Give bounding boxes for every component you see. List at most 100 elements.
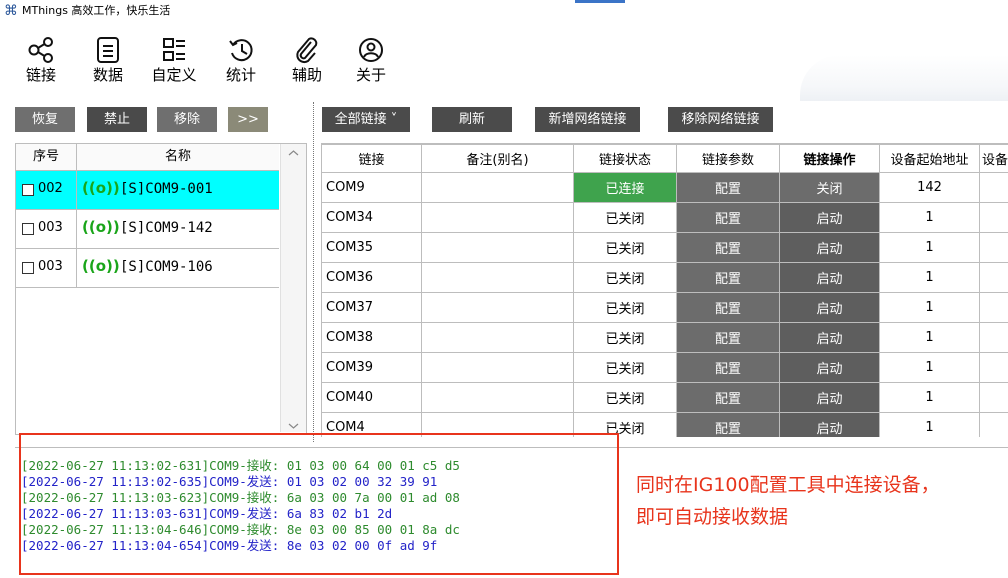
col-param[interactable]: 链接参数 bbox=[677, 145, 780, 173]
cell-note[interactable] bbox=[422, 383, 574, 413]
row-index: 003 bbox=[38, 259, 63, 275]
cell-address: 1 bbox=[880, 353, 980, 383]
toolbar-stats-label: 统计 bbox=[217, 66, 265, 84]
col-start-address[interactable]: 设备起始地址 bbox=[880, 145, 980, 173]
list-item[interactable]: 002 ((o)) [S]COM9-001 bbox=[16, 171, 279, 210]
col-link[interactable]: 链接 bbox=[322, 145, 422, 173]
link-list: 序号 名称 002 ((o)) [S]COM9-001 003 ((o)) [S… bbox=[15, 143, 307, 435]
config-button[interactable]: 配置 bbox=[677, 263, 780, 293]
column-divider bbox=[76, 210, 77, 248]
custom-icon bbox=[160, 36, 188, 64]
table-row[interactable]: COM9 已连接 配置 关闭 142 bbox=[322, 173, 1008, 203]
toolbar-data-button[interactable]: 数据 bbox=[84, 36, 132, 84]
disable-button[interactable]: 禁止 bbox=[87, 107, 147, 132]
row-checkbox[interactable] bbox=[22, 184, 34, 196]
scroll-up-icon bbox=[281, 146, 306, 160]
config-button[interactable]: 配置 bbox=[677, 293, 780, 323]
start-button[interactable]: 启动 bbox=[780, 263, 880, 293]
table-row[interactable]: COM37 已关闭 配置 启动 1 bbox=[322, 293, 1008, 323]
cell-device bbox=[980, 203, 1008, 233]
start-button[interactable]: 启动 bbox=[780, 293, 880, 323]
close-button[interactable]: 关闭 bbox=[780, 173, 880, 203]
start-button[interactable]: 启动 bbox=[780, 353, 880, 383]
panel-splitter[interactable] bbox=[313, 102, 314, 442]
cell-note[interactable] bbox=[422, 293, 574, 323]
start-button[interactable]: 启动 bbox=[780, 233, 880, 263]
row-checkbox[interactable] bbox=[22, 223, 34, 235]
cell-link: COM9 bbox=[322, 173, 422, 203]
highlight-box bbox=[19, 433, 619, 575]
window-title: MThings 高效工作，快乐生活 bbox=[22, 5, 170, 17]
config-button[interactable]: 配置 bbox=[677, 203, 780, 233]
column-divider bbox=[76, 249, 77, 287]
remove-button[interactable]: 移除 bbox=[157, 107, 217, 132]
cell-note[interactable] bbox=[422, 263, 574, 293]
config-button[interactable]: 配置 bbox=[677, 353, 780, 383]
cell-link: COM34 bbox=[322, 203, 422, 233]
cell-note[interactable] bbox=[422, 203, 574, 233]
list-item[interactable]: 003 ((o)) [S]COM9-106 bbox=[16, 249, 279, 288]
toolbar-about-label: 关于 bbox=[347, 66, 395, 84]
cell-device bbox=[980, 323, 1008, 353]
column-name-header: 名称 bbox=[77, 144, 279, 170]
stats-icon bbox=[227, 36, 255, 64]
link-list-header: 序号 名称 bbox=[16, 144, 279, 171]
row-index: 003 bbox=[38, 220, 63, 236]
toolbar-about-button[interactable]: 关于 bbox=[347, 36, 395, 84]
toolbar-custom-label: 自定义 bbox=[150, 66, 198, 84]
toolbar-assist-button[interactable]: 辅助 bbox=[283, 36, 331, 84]
all-links-dropdown[interactable]: 全部链接 ˅ bbox=[322, 107, 410, 132]
col-operation[interactable]: 链接操作 bbox=[780, 145, 880, 173]
table-row[interactable]: COM35 已关闭 配置 启动 1 bbox=[322, 233, 1008, 263]
cell-status: 已关闭 bbox=[574, 293, 677, 323]
title-accent-bar bbox=[575, 0, 625, 3]
cell-link: COM35 bbox=[322, 233, 422, 263]
col-status[interactable]: 链接状态 bbox=[574, 145, 677, 173]
cell-address: 142 bbox=[880, 173, 980, 203]
cell-address: 1 bbox=[880, 263, 980, 293]
row-name: [S]COM9-001 bbox=[120, 181, 213, 197]
config-button[interactable]: 配置 bbox=[677, 233, 780, 263]
more-button[interactable]: >> bbox=[228, 107, 268, 132]
list-item[interactable]: 003 ((o)) [S]COM9-142 bbox=[16, 210, 279, 249]
toolbar-custom-button[interactable]: 自定义 bbox=[150, 36, 198, 84]
col-note[interactable]: 备注(别名) bbox=[422, 145, 574, 173]
config-button[interactable]: 配置 bbox=[677, 383, 780, 413]
add-network-link-button[interactable]: 新增网络链接 bbox=[535, 107, 640, 132]
toolbar-link-button[interactable]: 链接 bbox=[17, 36, 65, 84]
row-checkbox[interactable] bbox=[22, 262, 34, 274]
cell-address: 1 bbox=[880, 413, 980, 438]
restore-button[interactable]: 恢复 bbox=[15, 107, 75, 132]
refresh-button[interactable]: 刷新 bbox=[432, 107, 512, 132]
link-list-scrollbar[interactable] bbox=[280, 144, 306, 432]
cell-status: 已关闭 bbox=[574, 353, 677, 383]
config-button[interactable]: 配置 bbox=[677, 413, 780, 438]
table-row[interactable]: COM34 已关闭 配置 启动 1 bbox=[322, 203, 1008, 233]
toolbar-stats-button[interactable]: 统计 bbox=[217, 36, 265, 84]
cell-status: 已关闭 bbox=[574, 323, 677, 353]
start-button[interactable]: 启动 bbox=[780, 413, 880, 438]
table-row[interactable]: COM40 已关闭 配置 启动 1 bbox=[322, 383, 1008, 413]
start-button[interactable]: 启动 bbox=[780, 203, 880, 233]
cell-link: COM39 bbox=[322, 353, 422, 383]
cell-device bbox=[980, 413, 1008, 438]
config-button[interactable]: 配置 bbox=[677, 173, 780, 203]
remove-network-link-button[interactable]: 移除网络链接 bbox=[668, 107, 773, 132]
cell-status: 已关闭 bbox=[574, 263, 677, 293]
cell-device bbox=[980, 173, 1008, 203]
cell-note[interactable] bbox=[422, 233, 574, 263]
start-button[interactable]: 启动 bbox=[780, 383, 880, 413]
col-device[interactable]: 设备 bbox=[980, 145, 1008, 173]
cell-link: COM37 bbox=[322, 293, 422, 323]
config-button[interactable]: 配置 bbox=[677, 323, 780, 353]
table-row[interactable]: COM39 已关闭 配置 启动 1 bbox=[322, 353, 1008, 383]
table-row[interactable]: COM36 已关闭 配置 启动 1 bbox=[322, 263, 1008, 293]
column-index-header: 序号 bbox=[16, 144, 77, 170]
signal-icon: ((o)) bbox=[82, 217, 120, 237]
cell-note[interactable] bbox=[422, 323, 574, 353]
cell-note[interactable] bbox=[422, 353, 574, 383]
cell-note[interactable] bbox=[422, 173, 574, 203]
table-row[interactable]: COM38 已关闭 配置 启动 1 bbox=[322, 323, 1008, 353]
cell-device bbox=[980, 263, 1008, 293]
start-button[interactable]: 启动 bbox=[780, 323, 880, 353]
